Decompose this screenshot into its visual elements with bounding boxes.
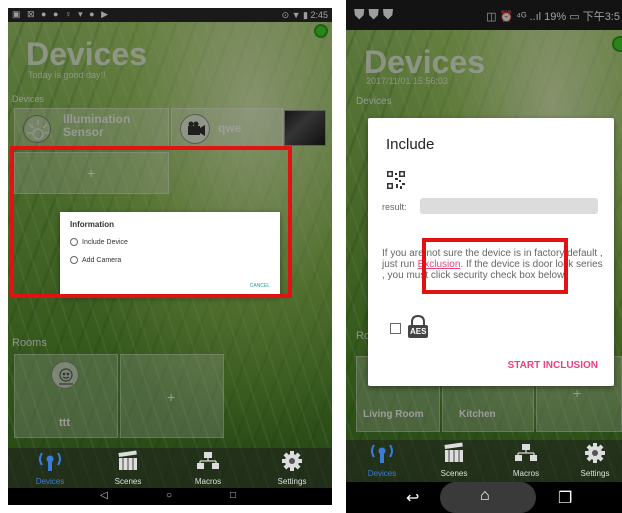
option-label: Add Camera [82, 256, 122, 264]
back-button[interactable]: ◁ [100, 490, 108, 501]
right-screen: ⛊ ⛊ ⛊ ◫ ⏰ ⁴ᴳ ..ıl 19% ▭ 下午3:5 Devices 20… [346, 0, 622, 513]
dialog-title: Information [70, 220, 114, 229]
nav-label: Macros [194, 477, 222, 486]
nav-macros[interactable]: Macros [498, 442, 554, 478]
option-label: Include Device [82, 238, 128, 246]
system-nav-bar: ↩ ⌂ ❐ [346, 482, 622, 513]
qr-code-icon [386, 170, 406, 190]
nav-devices[interactable]: Devices [354, 442, 410, 478]
result-label: result: [382, 202, 407, 212]
nav-scenes[interactable]: Scenes [426, 442, 482, 478]
clapperboard-icon [444, 442, 463, 462]
back-button[interactable]: ↩ [406, 488, 419, 508]
home-button[interactable]: ⌂ [480, 487, 490, 505]
radio-button[interactable] [70, 256, 78, 264]
macros-icon [197, 452, 219, 469]
macros-icon [515, 444, 537, 461]
nav-label: Macros [512, 469, 540, 478]
nav-macros[interactable]: Macros [180, 450, 236, 486]
nav-label: Devices [35, 477, 65, 486]
bottom-nav: Devices Scenes Macros Settings [346, 440, 622, 482]
instruction-text: If you are not sure the device is in fac… [382, 248, 606, 281]
nav-label: Scenes [114, 477, 142, 486]
nav-label: Scenes [440, 469, 468, 478]
left-screen: ▣ ⊠ ● ● ♀ ▾ ● ▶ ⊙ ▼ ▮ 2:45 Devices Today… [8, 8, 332, 505]
dialog-title: Include [386, 136, 435, 153]
nav-devices[interactable]: Devices [22, 450, 78, 486]
gear-icon [585, 443, 605, 463]
devices-nav-icon [371, 444, 393, 463]
start-inclusion-button[interactable]: START INCLUSION [508, 360, 598, 371]
bottom-nav: Devices Scenes Macros Settings [8, 448, 332, 488]
nav-label: Devices [367, 469, 397, 478]
exclusion-link[interactable]: Exclusion [418, 259, 461, 270]
nav-label: Settings [580, 469, 610, 478]
option-add-camera[interactable]: Add Camera [70, 256, 121, 264]
result-field[interactable] [420, 198, 598, 214]
nav-label: Settings [277, 477, 307, 486]
devices-nav-icon [39, 452, 61, 471]
radio-button[interactable] [70, 238, 78, 246]
option-include-device[interactable]: Include Device [70, 238, 128, 246]
aes-lock-icon: AES [406, 314, 430, 340]
gear-icon [282, 451, 302, 471]
recent-apps-button[interactable]: □ [230, 490, 236, 501]
recent-apps-button[interactable]: ❐ [558, 488, 572, 508]
clapperboard-icon [118, 450, 137, 470]
information-dialog: Information Include Device Add Camera CA… [60, 212, 280, 296]
nav-scenes[interactable]: Scenes [100, 450, 156, 486]
aes-label: AES [410, 327, 427, 336]
home-button[interactable]: ○ [166, 490, 172, 501]
security-checkbox[interactable] [390, 323, 401, 334]
system-nav-bar: ◁ ○ □ [8, 488, 332, 505]
include-dialog: Include result: If you are not sure the … [368, 118, 614, 386]
nav-settings[interactable]: Settings [262, 450, 322, 486]
cancel-button[interactable]: CANCEL [250, 283, 270, 289]
nav-settings[interactable]: Settings [568, 442, 622, 478]
